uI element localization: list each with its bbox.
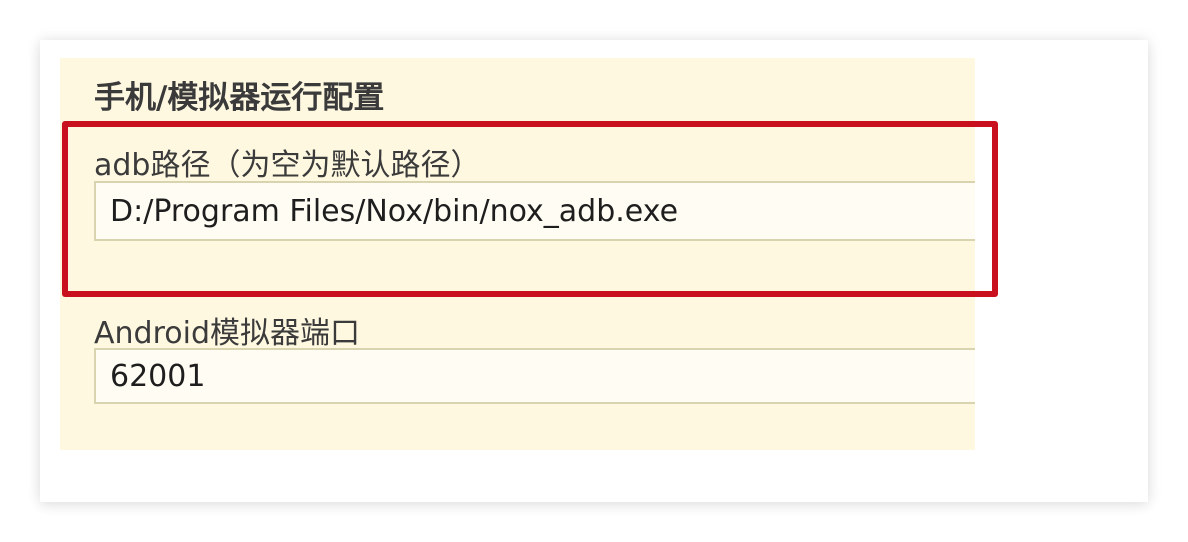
adb-path-input[interactable] xyxy=(94,181,975,241)
section-title: 手机/模拟器运行配置 xyxy=(94,80,385,116)
device-config-panel: 手机/模拟器运行配置 adb路径（为空为默认路径） Android模拟器端口 xyxy=(60,58,975,450)
emulator-port-label: Android模拟器端口 xyxy=(94,316,360,351)
emulator-port-input[interactable] xyxy=(94,348,975,404)
adb-path-label: adb路径（为空为默认路径） xyxy=(94,148,481,183)
